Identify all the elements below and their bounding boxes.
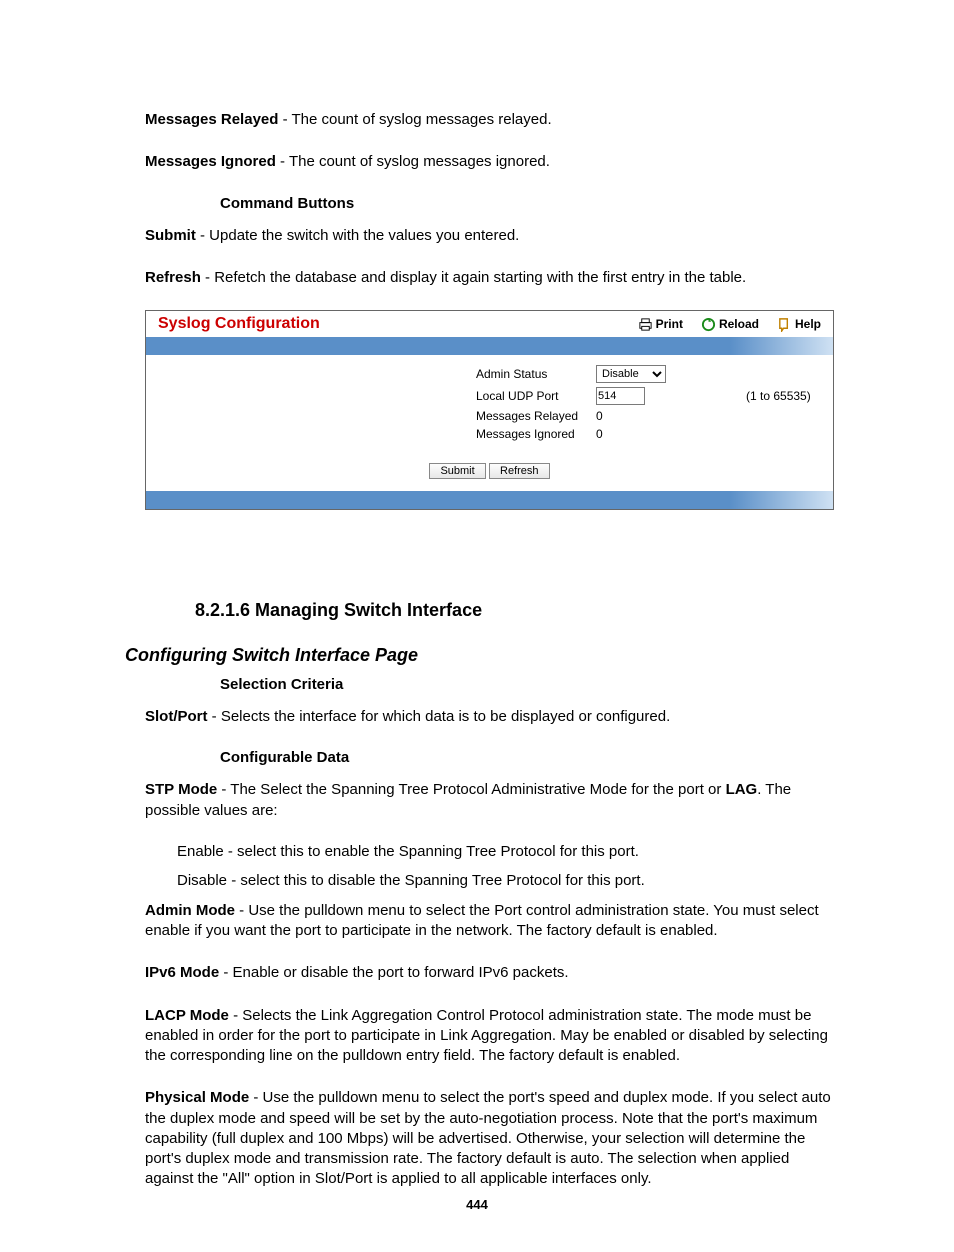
refresh-button[interactable]: Refresh	[489, 463, 550, 479]
term: Refresh	[145, 269, 201, 286]
desc: - The count of syslog messages relayed.	[278, 111, 551, 128]
section-subheading: Configuring Switch Interface Page	[125, 645, 834, 666]
messages-relayed-value: 0	[596, 409, 746, 423]
heading-command-buttons: Command Buttons	[220, 195, 834, 212]
definition-lacp-mode: LACP Mode - Selects the Link Aggregation…	[145, 1006, 834, 1067]
panel-header: Syslog Configuration Print Reload Help	[146, 311, 833, 337]
definition-refresh: Refresh - Refetch the database and displ…	[145, 268, 834, 288]
local-udp-port-hint: (1 to 65535)	[746, 389, 833, 403]
stp-disable-item: Disable - select this to disable the Spa…	[177, 872, 834, 889]
document-page: Messages Relayed - The count of syslog m…	[0, 0, 954, 1252]
local-udp-port-label: Local UDP Port	[476, 389, 596, 403]
submit-button[interactable]: Submit	[429, 463, 485, 479]
definition-admin-mode: Admin Mode - Use the pulldown menu to se…	[145, 901, 834, 942]
mid: - The Select the Spanning Tree Protocol …	[217, 781, 725, 798]
definition-ipv6-mode: IPv6 Mode - Enable or disable the port t…	[145, 963, 834, 983]
definition-messages-relayed: Messages Relayed - The count of syslog m…	[145, 110, 834, 130]
syslog-config-panel: Syslog Configuration Print Reload Help	[145, 310, 834, 510]
heading-configurable-data: Configurable Data	[220, 749, 834, 766]
print-icon	[638, 317, 653, 332]
term: Messages Ignored	[145, 153, 276, 170]
term: Physical Mode	[145, 1089, 249, 1106]
panel-body: Admin Status Disable Local UDP Port (1 t…	[146, 355, 833, 491]
form-grid: Admin Status Disable Local UDP Port (1 t…	[146, 365, 833, 441]
stp-enable-item: Enable - select this to enable the Spann…	[177, 843, 834, 860]
definition-slot-port: Slot/Port - Selects the interface for wh…	[145, 707, 834, 727]
blue-bar-top	[146, 337, 833, 355]
term: STP Mode	[145, 781, 217, 798]
definition-messages-ignored: Messages Ignored - The count of syslog m…	[145, 152, 834, 172]
button-row: Submit Refresh	[146, 441, 833, 479]
messages-relayed-label: Messages Relayed	[476, 409, 596, 423]
term: Admin Mode	[145, 902, 235, 919]
heading-selection-criteria: Selection Criteria	[220, 676, 834, 693]
definition-stp-mode: STP Mode - The Select the Spanning Tree …	[145, 780, 834, 821]
term: Slot/Port	[145, 708, 208, 725]
term: Messages Relayed	[145, 111, 278, 128]
print-label: Print	[656, 317, 683, 331]
admin-status-label: Admin Status	[476, 367, 596, 381]
term: Submit	[145, 227, 196, 244]
lag: LAG	[726, 781, 758, 798]
page-number: 444	[0, 1197, 954, 1212]
reload-label: Reload	[719, 317, 759, 331]
desc: - Enable or disable the port to forward …	[219, 964, 568, 981]
desc: - Selects the interface for which data i…	[208, 708, 671, 725]
help-icon	[777, 317, 792, 332]
panel-actions: Print Reload Help	[638, 317, 821, 332]
admin-status-select[interactable]: Disable	[596, 365, 666, 383]
section-heading: 8.2.1.6 Managing Switch Interface	[195, 600, 834, 621]
messages-ignored-label: Messages Ignored	[476, 427, 596, 441]
term: IPv6 Mode	[145, 964, 219, 981]
help-label: Help	[795, 317, 821, 331]
desc: - Use the pulldown menu to select the Po…	[145, 902, 819, 939]
definition-physical-mode: Physical Mode - Use the pulldown menu to…	[145, 1088, 834, 1189]
reload-button[interactable]: Reload	[701, 317, 759, 332]
definition-submit: Submit - Update the switch with the valu…	[145, 226, 834, 246]
help-button[interactable]: Help	[777, 317, 821, 332]
messages-ignored-value: 0	[596, 427, 746, 441]
reload-icon	[701, 317, 716, 332]
panel-title: Syslog Configuration	[158, 315, 320, 333]
print-button[interactable]: Print	[638, 317, 683, 332]
desc: - The count of syslog messages ignored.	[276, 153, 550, 170]
desc: - Selects the Link Aggregation Control P…	[145, 1007, 828, 1065]
term: LACP Mode	[145, 1007, 229, 1024]
local-udp-port-input[interactable]	[596, 387, 645, 405]
blue-bar-bottom	[146, 491, 833, 509]
desc: - Refetch the database and display it ag…	[201, 269, 746, 286]
desc: - Update the switch with the values you …	[196, 227, 520, 244]
